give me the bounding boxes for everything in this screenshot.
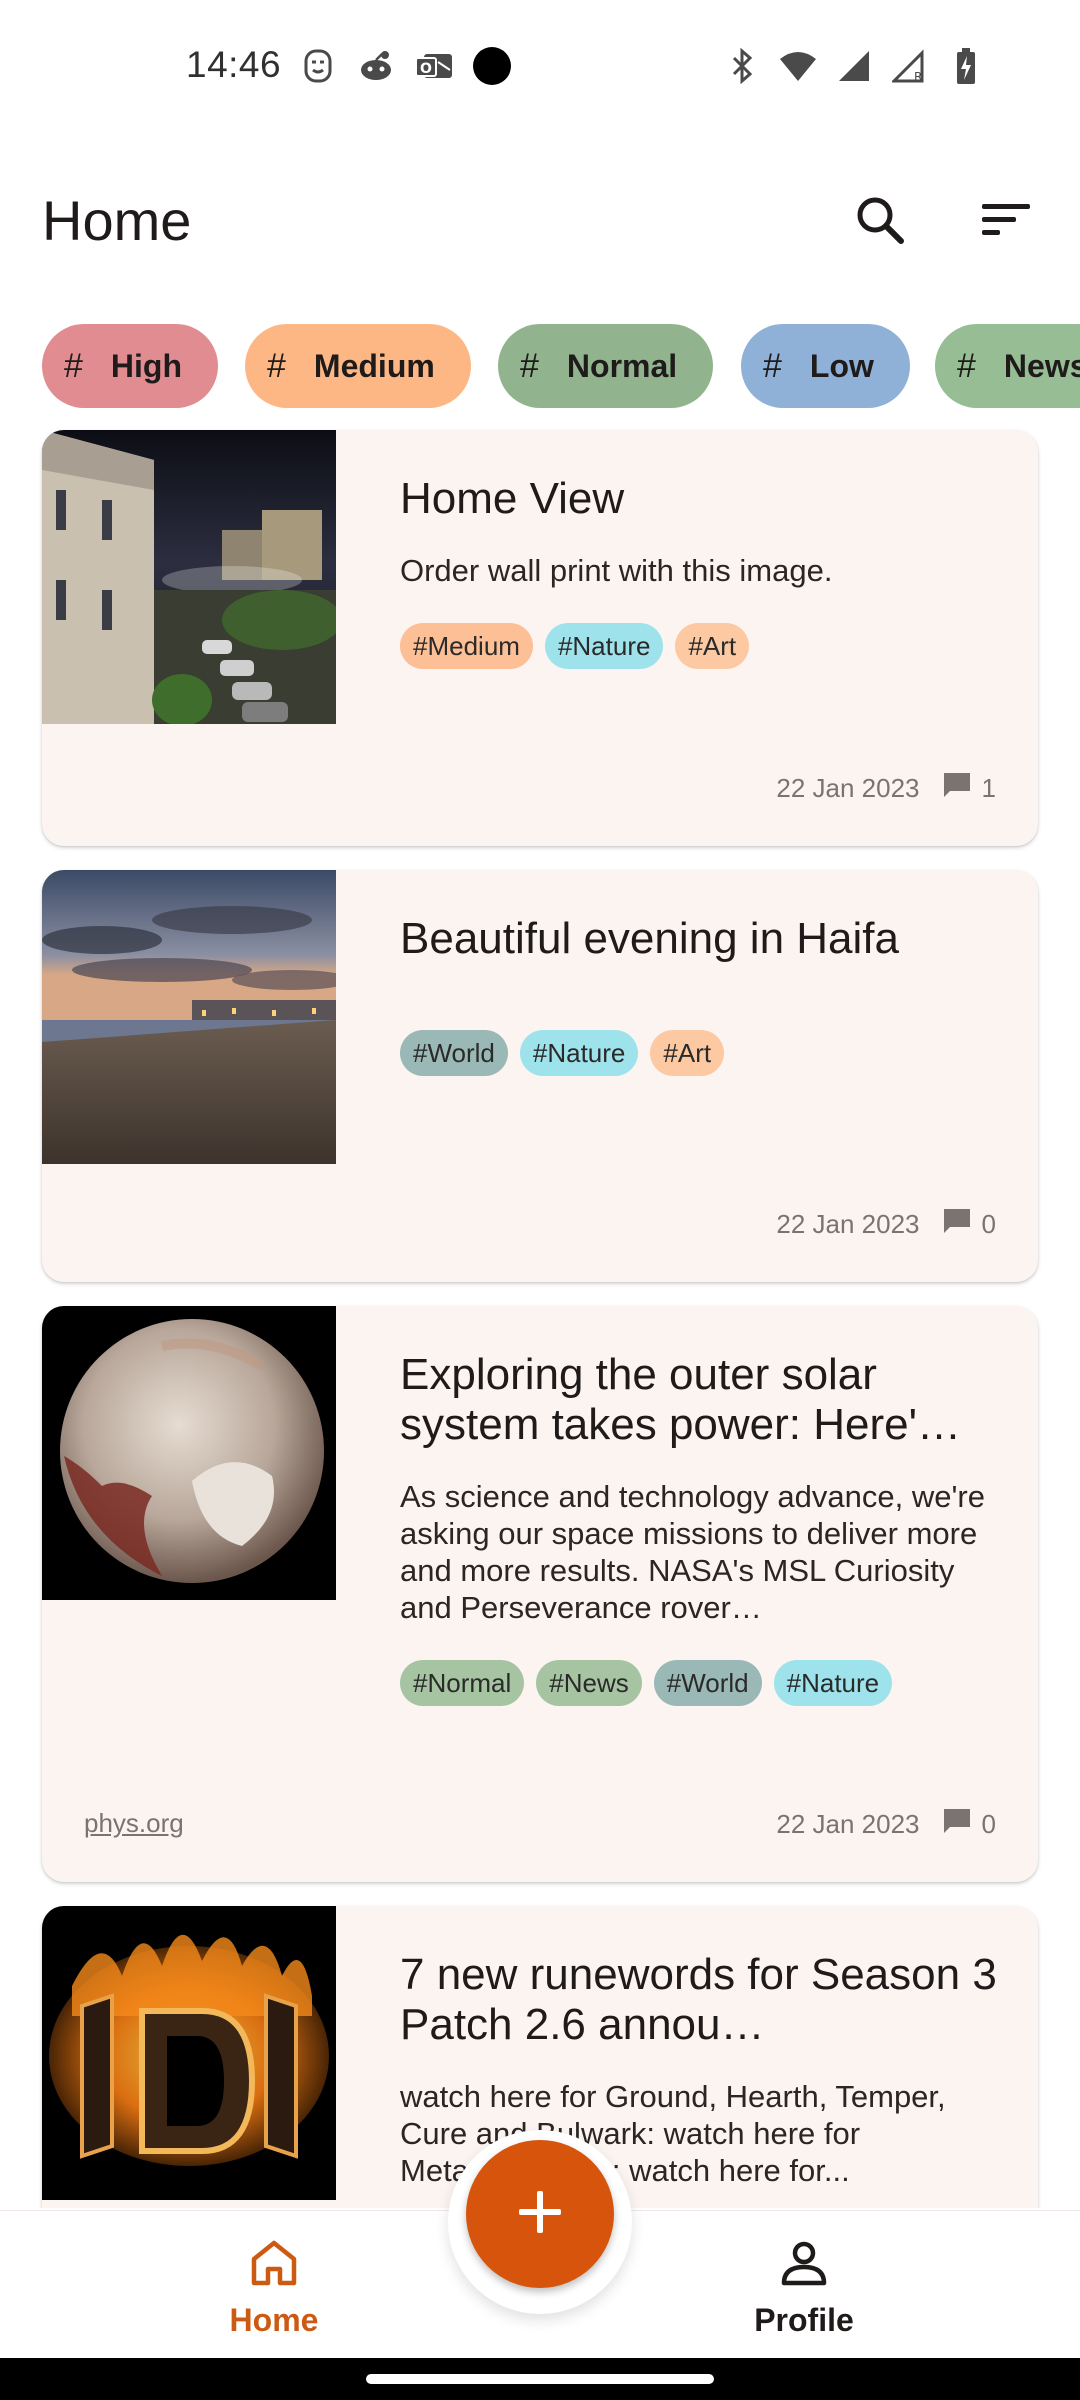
status-bar: 14:46 O R — [0, 0, 1080, 135]
svg-text:O: O — [420, 61, 432, 77]
hashtag-icon: # — [763, 346, 782, 385]
gesture-bar — [0, 2358, 1080, 2400]
comment-count[interactable]: 0 — [942, 1807, 996, 1842]
filter-chip-label: Low — [809, 347, 874, 384]
camera-dot-icon — [472, 46, 512, 86]
comment-count-value: 0 — [981, 1808, 996, 1839]
home-icon — [248, 2237, 300, 2294]
comment-count-value: 0 — [981, 1208, 996, 1239]
filter-chip-label: News — [1003, 347, 1080, 384]
comment-icon — [942, 1807, 972, 1842]
post-date: 22 Jan 2023 — [776, 772, 920, 803]
comment-count[interactable]: 1 — [942, 771, 996, 806]
filter-chip-high[interactable]: # High — [42, 324, 219, 408]
reddit-icon — [356, 46, 396, 86]
filter-chip-label: Normal — [566, 347, 678, 384]
home-indicator[interactable] — [366, 2374, 714, 2384]
post-tag[interactable]: #Art — [675, 623, 750, 669]
filter-chip-low[interactable]: # Low — [741, 324, 910, 408]
post-tag[interactable]: #Normal — [400, 1660, 525, 1706]
signal-icon — [834, 46, 874, 86]
filter-chip-label: High — [110, 347, 183, 384]
emoji-face-icon — [298, 46, 338, 86]
filter-chip-label: Medium — [313, 347, 435, 384]
filter-chip-normal[interactable]: # Normal — [498, 324, 714, 408]
post-tag[interactable]: #Nature — [519, 1030, 639, 1076]
post-card[interactable]: Exploring the outer solar system takes p… — [42, 1306, 1038, 1882]
post-footer: 22 Jan 2023 0 — [84, 1206, 996, 1242]
battery-charging-icon — [946, 46, 986, 86]
search-button[interactable] — [844, 186, 916, 258]
outlook-icon: O — [414, 46, 454, 86]
post-card[interactable]: Home View Order wall print with this ima… — [42, 430, 1038, 846]
post-tag[interactable]: #Medium — [400, 623, 533, 669]
comment-count[interactable]: 0 — [942, 1207, 996, 1242]
nav-label-home: Home — [229, 2302, 319, 2338]
post-thumbnail-diablo-logo — [42, 1906, 336, 2200]
post-tag[interactable]: #Nature — [773, 1660, 893, 1706]
post-tag[interactable]: #World — [400, 1030, 508, 1076]
filter-chip-medium[interactable]: # Medium — [245, 324, 471, 408]
post-footer: phys.org 22 Jan 2023 0 — [84, 1806, 996, 1842]
top-app-bar: Home — [0, 150, 1080, 290]
hashtag-icon: # — [957, 346, 976, 385]
post-body: Home View Order wall print with this ima… — [400, 474, 998, 669]
hashtag-icon: # — [64, 346, 83, 385]
sort-button[interactable] — [970, 186, 1042, 258]
post-date: 22 Jan 2023 — [776, 1208, 920, 1239]
post-feed[interactable]: Home View Order wall print with this ima… — [0, 428, 1080, 2208]
hashtag-icon: # — [520, 346, 539, 385]
post-thumbnail-haifa-beach — [42, 870, 336, 1164]
svg-text:R: R — [914, 70, 922, 83]
nav-label-profile: Profile — [754, 2302, 854, 2338]
page-title: Home — [42, 189, 192, 252]
post-tag[interactable]: #World — [653, 1660, 762, 1706]
post-tags: #Medium #Nature #Art — [400, 623, 998, 669]
filter-chip-row: # High # Medium # Normal # Low # News — [0, 324, 1080, 410]
comment-count-value: 1 — [981, 772, 996, 803]
post-thumbnail-pluto — [42, 1306, 336, 1600]
post-card[interactable]: Beautiful evening in Haifa #World #Natur… — [42, 870, 1038, 1282]
bluetooth-icon — [722, 46, 762, 86]
nav-item-profile[interactable]: Profile — [654, 2237, 954, 2339]
post-tag[interactable]: #Nature — [544, 623, 664, 669]
sort-icon — [980, 200, 1032, 245]
wifi-icon — [778, 46, 818, 86]
comment-icon — [942, 1207, 972, 1242]
post-title: Beautiful evening in Haifa — [400, 914, 899, 963]
post-title: Home View — [400, 474, 625, 523]
nav-item-home[interactable]: Home — [124, 2237, 424, 2339]
post-source-link[interactable]: phys.org — [84, 1808, 184, 1839]
search-icon — [854, 194, 906, 251]
post-body: Beautiful evening in Haifa #World #Natur… — [400, 914, 998, 1076]
post-body: Exploring the outer solar system takes p… — [400, 1350, 998, 1706]
signal-roaming-icon: R — [890, 46, 930, 86]
post-tag[interactable]: #Art — [650, 1030, 725, 1076]
post-date: 22 Jan 2023 — [776, 1808, 920, 1839]
post-description: Order wall print with this image. — [400, 553, 833, 588]
comment-icon — [942, 771, 972, 806]
add-post-button[interactable] — [466, 2140, 614, 2288]
post-tags: #World #Nature #Art — [400, 1030, 998, 1076]
post-description: As science and technology advance, we're… — [400, 1479, 985, 1625]
post-footer: 22 Jan 2023 1 — [84, 770, 996, 806]
post-title: 7 new runewords for Season 3 Patch 2.6 a… — [400, 1950, 997, 2049]
filter-chip-news[interactable]: # News — [935, 324, 1080, 408]
post-tag[interactable]: #News — [536, 1660, 642, 1706]
hashtag-icon: # — [267, 346, 286, 385]
post-title: Exploring the outer solar system takes p… — [400, 1350, 962, 1449]
status-time: 14:46 — [186, 44, 282, 85]
post-tags: #Normal #News #World #Nature — [400, 1660, 998, 1706]
plus-icon — [515, 2187, 565, 2242]
person-icon — [778, 2237, 830, 2294]
post-thumbnail-night-street — [42, 430, 336, 724]
